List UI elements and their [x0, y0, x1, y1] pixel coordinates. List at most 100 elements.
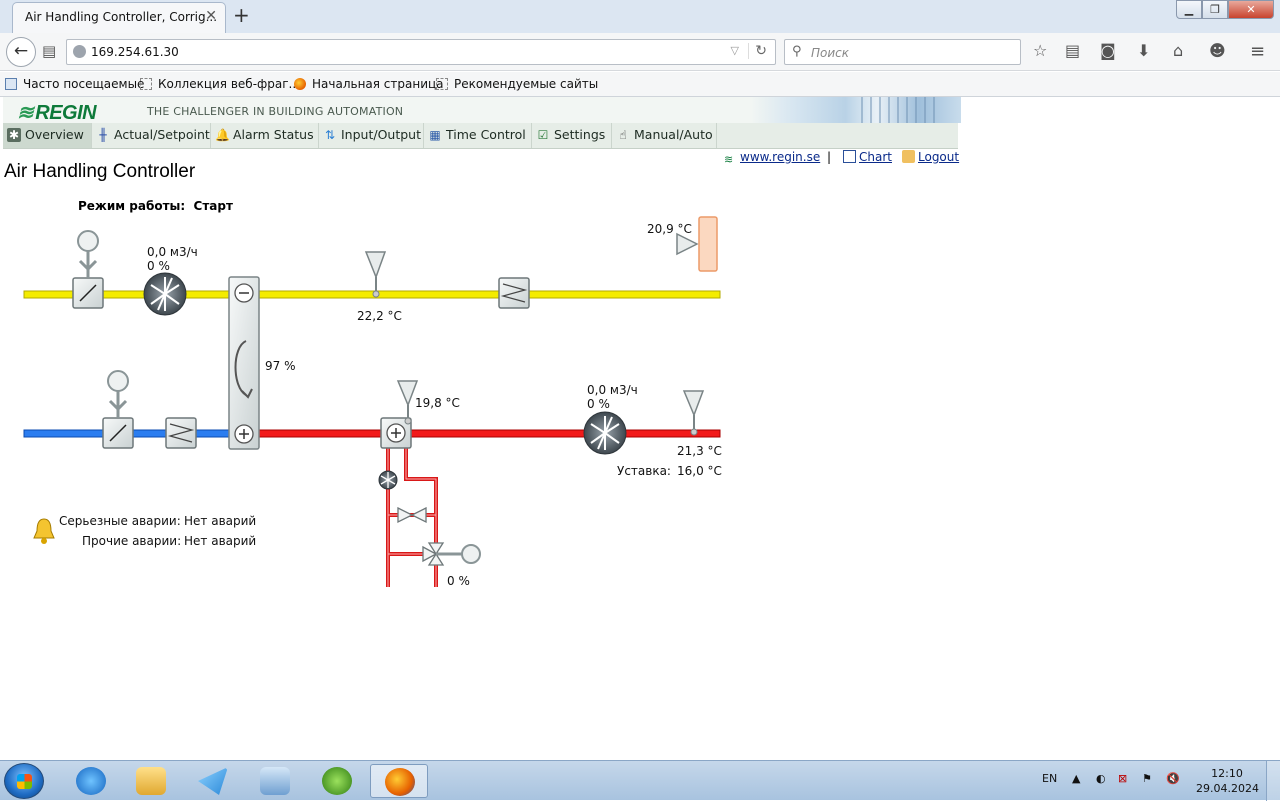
tray-volume-muted-icon[interactable]: 🔇: [1166, 772, 1180, 785]
ie-icon: [76, 767, 106, 795]
logout-link[interactable]: Logout: [918, 150, 959, 164]
pocket-icon[interactable]: ◙: [1100, 41, 1116, 60]
exhaust-fan-flow: 0,0 м3/ч: [147, 245, 198, 259]
tagline: THE CHALLENGER IN BUILDING AUTOMATION: [147, 105, 404, 118]
heat-exchanger-icon: [228, 276, 260, 450]
other-alarms-label: Прочие аварии:: [82, 534, 182, 548]
logout-link-wrap: Logout: [902, 150, 959, 164]
menu-manual-auto[interactable]: ☝ Manual/Auto: [612, 123, 717, 148]
header-banner-image: [751, 97, 961, 123]
recovery-temp-value: 19,8 °C: [415, 396, 460, 410]
library-icon[interactable]: ▤: [42, 42, 56, 60]
sliders-icon: ╫: [99, 128, 107, 142]
key-icon: [902, 150, 915, 163]
extract-damper-icon: [72, 230, 104, 309]
home-icon[interactable]: ⌂: [1173, 41, 1183, 60]
heating-valve-value: 0 %: [447, 574, 470, 588]
web-page: ≋ REGIN THE CHALLENGER IN BUILDING AUTOMA…: [0, 97, 1280, 760]
calendar-icon: ▦: [429, 128, 441, 142]
link-separator: |: [827, 150, 832, 164]
alarm-bell-icon: [33, 518, 55, 544]
tray-flag-icon[interactable]: ⚑: [1142, 772, 1152, 785]
bookmark-web-slices[interactable]: Коллекция веб-фраг...: [140, 77, 300, 91]
extract-filter-icon: [498, 277, 530, 309]
supply-fan-flow: 0,0 м3/ч: [587, 383, 638, 397]
menu-time-control[interactable]: ▦ Time Control: [424, 123, 532, 148]
bookmark-folder-icon: [5, 78, 17, 90]
bookmark-suggested-sites[interactable]: Рекомендуемые сайты: [436, 77, 598, 91]
language-indicator[interactable]: EN: [1042, 772, 1057, 785]
logo-mark-icon: ≋: [17, 102, 34, 124]
menu-overview[interactable]: ✱ Overview: [3, 123, 92, 148]
menu-actual-setpoint[interactable]: ╫ Actual/Setpoint: [92, 123, 211, 148]
tray-network-error-icon[interactable]: ⊠: [1118, 772, 1127, 785]
folder-icon: [136, 767, 166, 795]
window-titlebar: Air Handling Controller, Corrig... ✕ + ▁…: [0, 0, 1280, 33]
taskbar-telegram[interactable]: [184, 764, 242, 798]
show-desktop-button[interactable]: [1266, 761, 1280, 801]
taskbar-app-green[interactable]: [308, 764, 366, 798]
taskbar-ie[interactable]: [62, 764, 120, 798]
menu-hamburger-icon[interactable]: ≡: [1250, 41, 1265, 62]
chart-link[interactable]: Chart: [859, 150, 892, 164]
navigation-bar: ← ▤ 169.254.61.30 ▽ ↻ ⚲ Поиск ☆ ▤ ◙ ⬇ ⌂ …: [0, 33, 1280, 71]
reading-list-icon[interactable]: ▤: [1065, 41, 1080, 60]
supply-temp-sensor-icon: [682, 390, 705, 436]
other-alarms-value: Нет аварий: [184, 534, 257, 548]
new-tab-button[interactable]: +: [233, 3, 250, 27]
address-bar[interactable]: 169.254.61.30 ▽ ↻: [66, 39, 776, 65]
url-dropdown-icon[interactable]: ▽: [731, 44, 739, 57]
taskbar-firefox[interactable]: [370, 764, 428, 798]
system-clock[interactable]: 12:10 29.04.2024: [1196, 766, 1259, 796]
menu-alarm-status[interactable]: 🔔 Alarm Status: [211, 123, 319, 148]
three-way-valve-icon: [422, 542, 481, 566]
serious-alarms-label: Серьезные аварии:: [59, 514, 181, 528]
setpoint-value[interactable]: 16,0 °C: [677, 464, 722, 478]
menu-input-output[interactable]: ⇅ Input/Output: [319, 123, 424, 148]
site-identity-icon[interactable]: [73, 45, 86, 58]
bell-icon: 🔔: [215, 128, 230, 142]
maximize-button[interactable]: ❐: [1202, 0, 1228, 19]
url-text[interactable]: 169.254.61.30: [91, 45, 179, 59]
taskbar-explorer[interactable]: [122, 764, 180, 798]
supply-filter-icon: [165, 417, 197, 449]
outdoor-air-duct: [23, 429, 245, 438]
back-button[interactable]: ←: [6, 37, 36, 67]
bookmark-star-icon[interactable]: ☆: [1033, 41, 1047, 60]
website-link[interactable]: www.regin.se: [740, 150, 820, 164]
outdoor-damper-icon: [102, 370, 134, 449]
search-placeholder[interactable]: Поиск: [811, 46, 849, 60]
network-icon: [260, 767, 290, 795]
reload-icon[interactable]: ↻: [748, 43, 767, 59]
supply-fan-icon: [583, 411, 627, 455]
search-bar[interactable]: ⚲ Поиск: [784, 39, 1021, 65]
setpoint-label: Уставка:: [617, 464, 671, 478]
clock-time: 12:10: [1211, 767, 1243, 780]
fan-icon: ✱: [7, 128, 21, 142]
tab-close-icon[interactable]: ✕: [205, 8, 217, 24]
regin-small-icon: ≋: [724, 153, 734, 166]
regin-logo: ≋ REGIN: [17, 102, 97, 124]
arrows-icon: ⇅: [324, 128, 336, 142]
bookmark-most-visited[interactable]: Часто посещаемые: [5, 77, 144, 91]
minimize-button[interactable]: ▁: [1176, 0, 1202, 19]
main-menu: ✱ Overview ╫ Actual/Setpoint 🔔 Alarm Status…: [3, 123, 958, 149]
exhaust-fan-speed: 0 %: [147, 259, 170, 273]
supply-fan-speed: 0 %: [587, 397, 610, 411]
chat-icon[interactable]: ☻: [1209, 41, 1226, 60]
tray-app-icon[interactable]: ◐: [1096, 772, 1106, 785]
exhaust-fan-icon: [143, 272, 187, 316]
tab-title: Air Handling Controller, Corrig...: [25, 10, 218, 24]
bookmark-page-icon: [140, 78, 152, 90]
download-icon[interactable]: ⬇: [1137, 41, 1150, 60]
extract-temp-sensor-icon: [364, 251, 387, 298]
close-window-button[interactable]: ✕: [1228, 0, 1274, 19]
bookmark-start-page[interactable]: Начальная страница: [294, 77, 444, 91]
firefox-icon: [385, 768, 415, 796]
start-button[interactable]: [4, 763, 44, 799]
browser-tab[interactable]: Air Handling Controller, Corrig... ✕: [12, 2, 226, 33]
tray-expand-icon[interactable]: ▲: [1072, 772, 1080, 785]
taskbar-network[interactable]: [246, 764, 304, 798]
website-link-wrap: ≋ www.regin.se: [724, 150, 820, 166]
menu-settings[interactable]: ☑ Settings: [532, 123, 612, 148]
